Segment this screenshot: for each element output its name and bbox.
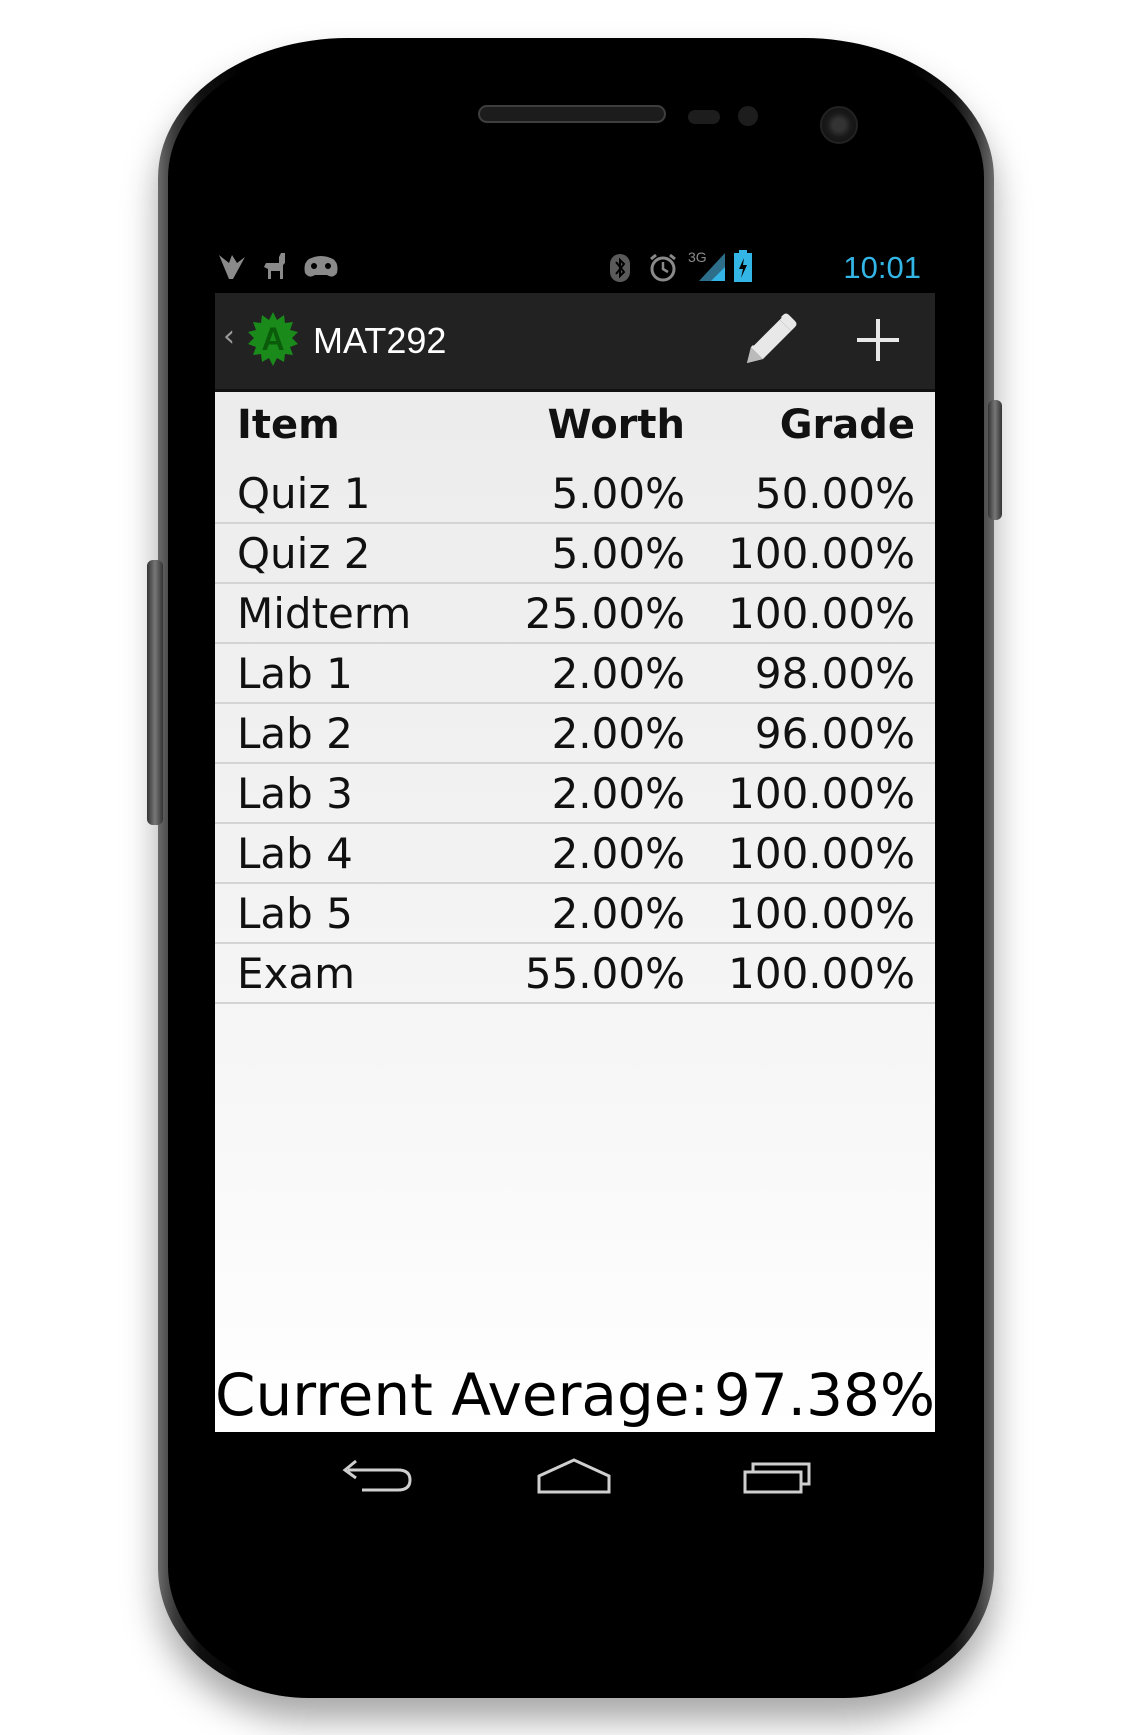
row-item: Exam [237, 949, 356, 998]
current-average-value: 97.38% [713, 1361, 935, 1429]
earpiece-speaker [478, 105, 666, 123]
llama-icon [264, 253, 285, 279]
edit-button[interactable] [733, 307, 803, 373]
game-controller-icon [304, 256, 338, 277]
row-item: Lab 5 [237, 889, 353, 938]
app-icon[interactable]: A [245, 311, 301, 367]
row-grade: 100.00% [728, 529, 915, 578]
row-worth: 55.00% [524, 949, 685, 998]
header-grade: Grade [779, 402, 915, 448]
feather-icon [219, 255, 245, 279]
signal-icon [699, 253, 725, 281]
row-worth: 5.00% [551, 529, 685, 578]
header-item: Item [237, 402, 340, 448]
alarm-icon [650, 253, 676, 282]
header-worth: Worth [547, 402, 686, 448]
row-grade: 98.00% [754, 649, 915, 698]
table-row[interactable]: Midterm 25.00% 100.00% [215, 584, 935, 644]
row-worth: 5.00% [551, 469, 685, 518]
grades-content: Item Worth Grade Quiz 1 5.00% 50.00% Qui… [215, 392, 935, 1432]
table-row[interactable]: Lab 4 2.00% 100.00% [215, 824, 935, 884]
proximity-sensor [688, 110, 720, 124]
screen: 3G 10:01 ‹ A MAT292 Item Worth Grade Qui… [215, 243, 935, 1523]
up-caret-icon[interactable]: ‹ [223, 319, 235, 354]
back-button[interactable] [318, 1444, 428, 1512]
action-bar: ‹ A MAT292 [215, 293, 935, 392]
course-title: MAT292 [313, 320, 447, 361]
row-grade: 100.00% [728, 829, 915, 878]
row-worth: 2.00% [551, 649, 685, 698]
status-bar: 3G 10:01 [215, 243, 935, 293]
app-icon-letter: A [261, 321, 285, 357]
row-item: Lab 4 [237, 829, 353, 878]
pencil-icon [747, 313, 797, 363]
row-grade: 100.00% [728, 949, 915, 998]
row-item: Midterm [237, 589, 412, 638]
home-button[interactable] [519, 1444, 629, 1512]
row-item: Quiz 2 [237, 529, 371, 578]
row-worth: 2.00% [551, 709, 685, 758]
row-grade: 100.00% [728, 889, 915, 938]
row-grade: 100.00% [728, 589, 915, 638]
row-item: Quiz 1 [237, 469, 371, 518]
navigation-bar [215, 1432, 935, 1523]
bluetooth-icon [610, 254, 630, 282]
row-grade: 50.00% [754, 469, 915, 518]
home-icon [537, 1458, 611, 1494]
current-average-label: Current Average: [215, 1361, 709, 1429]
plus-icon [857, 319, 899, 361]
recent-apps-button[interactable] [719, 1444, 829, 1512]
row-worth: 2.00% [551, 829, 685, 878]
light-sensor [738, 106, 758, 126]
table-header: Item Worth Grade [215, 392, 935, 462]
table-row[interactable]: Lab 2 2.00% 96.00% [215, 704, 935, 764]
row-worth: 2.00% [551, 889, 685, 938]
table-row[interactable]: Quiz 1 5.00% 50.00% [215, 464, 935, 524]
table-row[interactable]: Quiz 2 5.00% 100.00% [215, 524, 935, 584]
battery-charging-icon [734, 250, 752, 282]
front-camera [820, 106, 858, 144]
recent-apps-icon [743, 1462, 811, 1494]
table-row[interactable]: Lab 5 2.00% 100.00% [215, 884, 935, 944]
status-clock: 10:01 [843, 250, 921, 285]
power-button [988, 400, 1002, 520]
add-button[interactable] [843, 307, 913, 373]
volume-button [147, 560, 163, 825]
row-item: Lab 2 [237, 709, 353, 758]
table-row[interactable]: Lab 3 2.00% 100.00% [215, 764, 935, 824]
table-row[interactable]: Lab 1 2.00% 98.00% [215, 644, 935, 704]
back-icon [342, 1459, 412, 1492]
row-grade: 96.00% [754, 709, 915, 758]
table-row[interactable]: Exam 55.00% 100.00% [215, 944, 935, 1004]
row-grade: 100.00% [728, 769, 915, 818]
row-item: Lab 3 [237, 769, 353, 818]
row-worth: 2.00% [551, 769, 685, 818]
grades-list: Quiz 1 5.00% 50.00% Quiz 2 5.00% 100.00%… [215, 464, 935, 1004]
row-worth: 25.00% [524, 589, 685, 638]
row-item: Lab 1 [237, 649, 353, 698]
